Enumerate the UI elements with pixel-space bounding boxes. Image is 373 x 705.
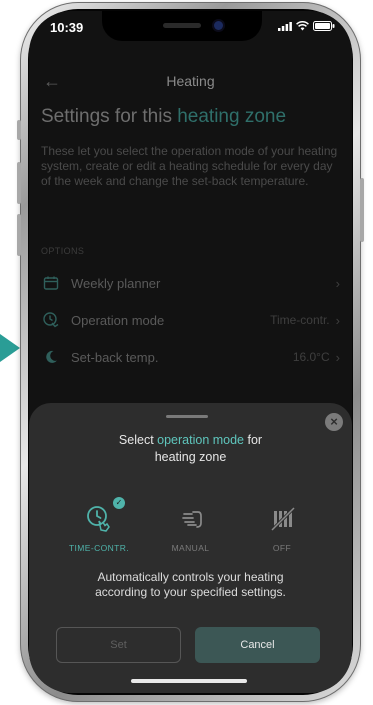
- power-button: [360, 178, 364, 242]
- mode-time-controlled[interactable]: ✓ TIME-CONTR.: [67, 497, 131, 553]
- page-description: These let you select the operation mode …: [41, 144, 338, 188]
- option-set-back-temp[interactable]: Set-back temp. 16.0°C ›: [41, 345, 340, 369]
- mode-description-line1: Automatically controls your heating: [97, 570, 284, 584]
- chevron-right-icon: ›: [335, 275, 340, 291]
- sheet-title-line2: heating zone: [154, 450, 227, 464]
- option-label: Set-back temp.: [71, 349, 159, 365]
- phone-screen: 10:39 ← Heating Settings for this heatin…: [29, 11, 352, 693]
- option-value: 16.0°C: [292, 350, 330, 364]
- mode-icon-wrap: [159, 501, 223, 535]
- mode-manual[interactable]: MANUAL: [159, 501, 223, 553]
- mode-icon-wrap: [250, 501, 314, 535]
- header-title: Heating: [166, 73, 215, 89]
- status-icons: [278, 21, 335, 31]
- hand-tap-icon: [181, 511, 202, 528]
- page-title: Settings for this heating zone: [41, 106, 286, 128]
- mode-off[interactable]: OFF: [250, 501, 314, 553]
- volume-down-button: [17, 214, 21, 256]
- sheet-title-accent: operation mode: [157, 433, 245, 447]
- home-indicator[interactable]: [131, 679, 247, 683]
- calendar-icon: [41, 273, 61, 293]
- battery-icon: [313, 21, 335, 31]
- moon-icon: [41, 347, 61, 367]
- status-time: 10:39: [50, 20, 84, 35]
- cancel-button[interactable]: Cancel: [195, 627, 320, 663]
- page-title-accent: heating zone: [177, 106, 287, 127]
- sheet-title-prefix: Select: [118, 433, 158, 447]
- options-section-label: OPTIONS: [41, 246, 85, 256]
- radiator-off-icon: [270, 506, 296, 532]
- pointer-arrow: [0, 334, 20, 362]
- selected-check-icon: ✓: [113, 497, 125, 509]
- camera: [214, 21, 223, 30]
- operation-mode-sheet: × Select operation mode for heating zone…: [29, 403, 352, 693]
- close-icon[interactable]: ×: [325, 413, 343, 431]
- wifi-icon: [296, 21, 309, 31]
- notch: [102, 11, 262, 41]
- speaker: [163, 23, 201, 28]
- page-title-prefix: Settings for this: [41, 106, 178, 127]
- mode-selector: ✓ TIME-CONTR. MANUAL OFF: [67, 497, 314, 553]
- mute-switch: [17, 120, 21, 140]
- chevron-right-icon: ›: [335, 312, 340, 328]
- option-operation-mode[interactable]: Operation mode Time-contr. ›: [41, 308, 340, 332]
- sheet-grabber[interactable]: [166, 415, 208, 418]
- sheet-title: Select operation mode for heating zone: [29, 432, 352, 466]
- mode-icon-wrap: ✓: [67, 497, 131, 535]
- set-button[interactable]: Set: [56, 627, 181, 663]
- volume-up-button: [17, 162, 21, 204]
- sheet-title-suffix: for: [244, 433, 263, 447]
- phone-frame: 10:39 ← Heating Settings for this heatin…: [17, 2, 364, 702]
- mode-description-line2: according to your specified settings.: [95, 585, 286, 599]
- option-value: Time-contr.: [270, 313, 330, 327]
- sheet-title-line1: Select operation mode for: [29, 432, 352, 449]
- signal-icon: [278, 21, 292, 31]
- mode-label: OFF: [272, 543, 292, 553]
- clock-hand-icon: [41, 310, 61, 330]
- chevron-right-icon: ›: [335, 349, 340, 365]
- option-label: Operation mode: [71, 312, 165, 328]
- mode-label: MANUAL: [171, 543, 210, 553]
- mode-description: Automatically controls your heating acco…: [29, 570, 352, 600]
- option-weekly-planner[interactable]: Weekly planner ›: [41, 271, 340, 295]
- clock-hand-icon: [87, 506, 110, 532]
- option-label: Weekly planner: [71, 275, 161, 291]
- mode-label: TIME-CONTR.: [68, 543, 130, 553]
